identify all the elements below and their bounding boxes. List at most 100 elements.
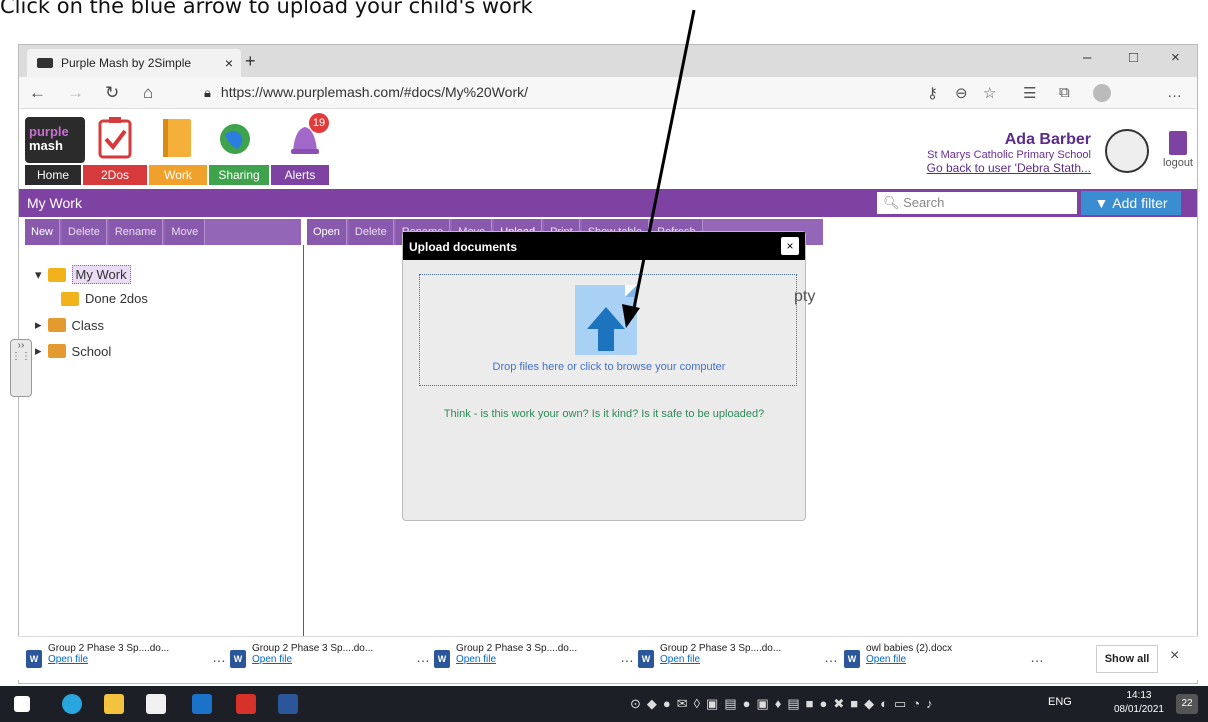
download-more-button[interactable]: … (212, 649, 226, 675)
word-doc-icon: W (230, 650, 246, 668)
tree-item-my-work[interactable]: ▾ My Work (35, 265, 131, 284)
section-title: My Work (27, 195, 82, 211)
windows-taskbar: ⊙◆●✉◊▣▤●▣♦▤■●✖■◆◐▭◔♪ ENG 14:13 08/01/202… (0, 686, 1208, 722)
folder-icon (47, 267, 66, 282)
rename-folder-button[interactable]: Rename (108, 219, 164, 245)
download-name: Group 2 Phase 3 Sp....do... (660, 643, 782, 654)
download-item[interactable]: W Group 2 Phase 3 Sp....do... Open file … (230, 643, 430, 675)
site-favicon-icon (37, 58, 53, 68)
download-name: Group 2 Phase 3 Sp....do... (252, 643, 374, 654)
clock[interactable]: 14:13 08/01/2021 (1114, 689, 1164, 717)
word-doc-icon: W (844, 650, 860, 668)
avatar[interactable] (1105, 129, 1149, 173)
page-fold (625, 285, 637, 297)
school-name: St Marys Catholic Primary School (927, 149, 1091, 161)
download-more-button[interactable]: … (1030, 649, 1044, 675)
word-doc-icon: W (638, 650, 654, 668)
logout-label: logout (1163, 157, 1193, 169)
nav-work[interactable]: Work (149, 165, 207, 185)
key-icon[interactable]: ⚷ (927, 84, 938, 102)
minimize-button[interactable]: – (1083, 49, 1091, 66)
nav-sharing[interactable]: Sharing (209, 165, 269, 185)
browser-tab[interactable]: Purple Mash by 2Simple × (27, 49, 241, 77)
delete-button[interactable]: Delete (348, 219, 394, 245)
purplemash-header: purple mash 19 Home 2Dos Work Sharing Al… (19, 109, 1197, 189)
panel-handle[interactable]: ›› ⋮⋮ (10, 339, 32, 397)
favorites-list-icon[interactable]: ☰ (1023, 84, 1036, 102)
search-input[interactable]: 🔍︎ Search (877, 192, 1077, 214)
store-icon[interactable] (146, 694, 166, 714)
go-back-link[interactable]: Go back to user 'Debra Stath... (927, 161, 1091, 175)
add-filter-button[interactable]: ▼ Add filter (1081, 191, 1181, 215)
download-more-button[interactable]: … (824, 649, 838, 675)
todo-clipboard-icon[interactable] (95, 115, 135, 161)
tree-label: School (71, 343, 112, 359)
clock-time: 14:13 (1126, 690, 1152, 701)
maximize-button[interactable]: □ (1129, 49, 1138, 66)
download-more-button[interactable]: … (416, 649, 430, 675)
home-button[interactable]: ⌂ (143, 83, 153, 103)
favorite-star-icon[interactable]: ☆ (983, 84, 996, 102)
download-more-button[interactable]: … (620, 649, 634, 675)
word-icon[interactable] (278, 694, 298, 714)
open-file-link[interactable]: Open file (660, 654, 781, 665)
download-name: owl babies (2).docx (866, 643, 953, 654)
upload-arrow-icon[interactable] (575, 285, 637, 355)
file-explorer-icon[interactable] (104, 694, 124, 714)
acrobat-icon[interactable] (236, 694, 256, 714)
forward-button[interactable]: → (67, 83, 84, 103)
more-menu-button[interactable]: … (1167, 84, 1182, 101)
logo-line2: mash (29, 138, 63, 153)
filter-icon: ▼ (1094, 195, 1109, 211)
tree-item-done-2dos[interactable]: Done 2dos (61, 291, 148, 306)
profile-icon[interactable] (1093, 84, 1111, 102)
nav-2dos[interactable]: 2Dos (83, 165, 147, 185)
url-field[interactable]: 🔒︎ https://www.purplemash.com/#docs/My%20… (204, 84, 528, 101)
collapsed-icon: ▸ (35, 317, 42, 332)
edge-icon[interactable] (62, 694, 82, 714)
new-folder-button[interactable]: New (25, 219, 61, 245)
word-doc-icon: W (434, 650, 450, 668)
windows-start-icon[interactable] (14, 696, 30, 712)
show-all-button[interactable]: Show all (1096, 645, 1158, 673)
purplemash-logo[interactable]: purple mash (25, 117, 85, 163)
open-file-link[interactable]: Open file (456, 654, 577, 665)
sharing-globe-icon[interactable] (215, 115, 255, 161)
tree-item-class[interactable]: ▸ Class (35, 317, 104, 333)
download-name: Group 2 Phase 3 Sp....do... (456, 643, 578, 654)
open-button[interactable]: Open (307, 219, 347, 245)
downloads-close-button[interactable]: × (1170, 647, 1179, 665)
download-item[interactable]: W Group 2 Phase 3 Sp....do... Open file … (26, 643, 226, 675)
collections-icon[interactable]: ⧉ (1059, 84, 1070, 101)
word-doc-icon: W (26, 650, 42, 668)
download-item[interactable]: W owl babies (2).docx Open file … (844, 643, 1044, 675)
move-folder-button[interactable]: Move (165, 219, 206, 245)
outlook-icon[interactable] (192, 694, 212, 714)
refresh-button[interactable]: ↻ (105, 83, 119, 103)
close-window-button[interactable]: × (1171, 49, 1180, 66)
open-file-link[interactable]: Open file (48, 654, 169, 665)
download-item[interactable]: W Group 2 Phase 3 Sp....do... Open file … (434, 643, 634, 675)
zoom-icon[interactable]: ⊖ (955, 84, 968, 102)
instruction-text: Click on the blue arrow to upload your c… (0, 0, 533, 18)
delete-folder-button[interactable]: Delete (62, 219, 107, 245)
download-item[interactable]: W Group 2 Phase 3 Sp....do... Open file … (638, 643, 838, 675)
work-notebook-icon[interactable] (157, 115, 197, 161)
logout-button[interactable]: logout (1163, 131, 1193, 169)
dialog-close-button[interactable]: × (781, 237, 799, 255)
open-file-link[interactable]: Open file (252, 654, 373, 665)
nav-home[interactable]: Home (25, 165, 81, 185)
nav-alerts[interactable]: Alerts (271, 165, 329, 185)
back-button[interactable]: ← (29, 83, 46, 103)
notification-icon[interactable]: 22 (1176, 694, 1198, 714)
tree-item-school[interactable]: ▸ School (35, 343, 111, 359)
language-indicator[interactable]: ENG (1048, 696, 1072, 708)
folder-toolbar: New Delete Rename Move (25, 219, 301, 245)
new-tab-button[interactable]: + (245, 51, 256, 72)
open-file-link[interactable]: Open file (866, 654, 952, 665)
drop-text: Drop files here or click to browse your … (492, 361, 726, 373)
system-tray-icons[interactable]: ⊙◆●✉◊▣▤●▣♦▤■●✖■◆◐▭◔♪ (630, 696, 939, 712)
tab-close-button[interactable]: × (225, 55, 233, 71)
drop-zone[interactable]: Drop files here or click to browse your … (419, 274, 797, 386)
dialog-title: Upload documents (403, 232, 805, 260)
